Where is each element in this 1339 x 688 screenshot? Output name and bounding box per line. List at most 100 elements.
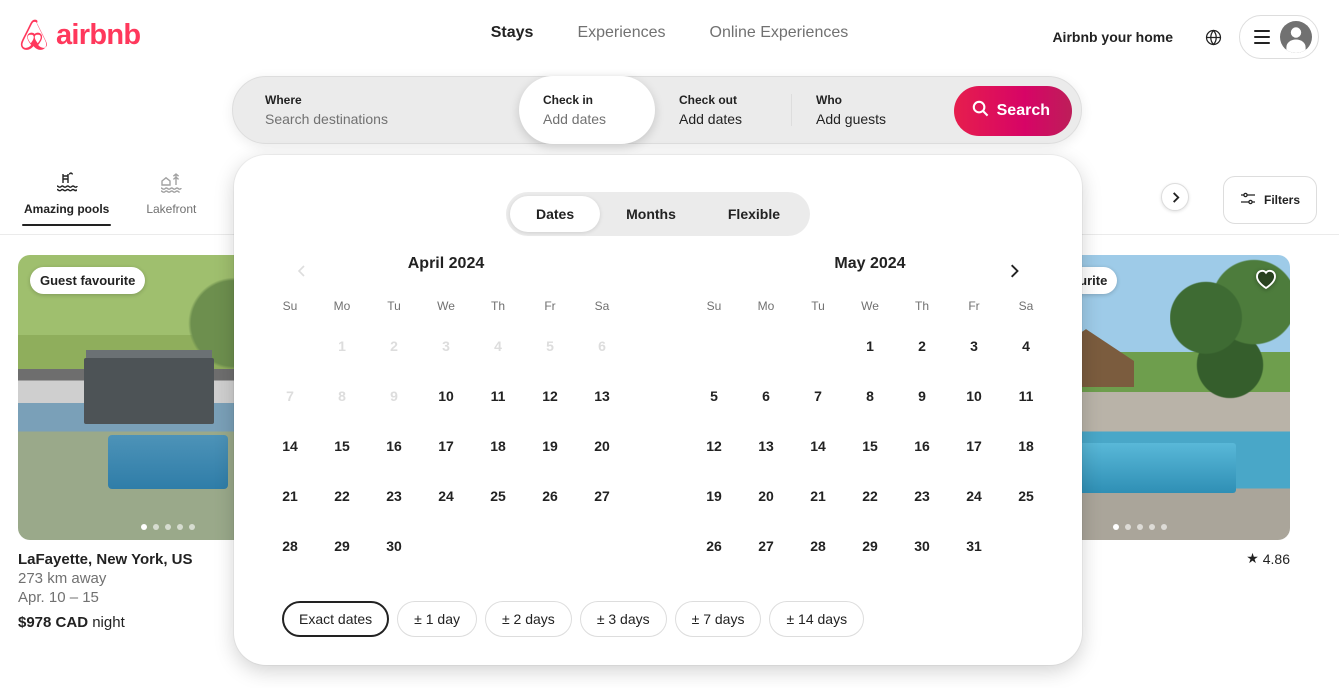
carousel-dot[interactable] (1149, 524, 1155, 530)
calendar-day[interactable]: 22 (844, 471, 896, 521)
calendar-day[interactable]: 5 (688, 371, 740, 421)
calendar-day[interactable]: 25 (1000, 471, 1052, 521)
carousel-dot[interactable] (153, 524, 159, 530)
calendar-day[interactable]: 19 (688, 471, 740, 521)
flexibility-chip[interactable]: ± 3 days (580, 601, 667, 637)
weekday-label: Tu (792, 299, 844, 313)
calendar-day[interactable]: 28 (792, 521, 844, 571)
day-grid[interactable]: 1234567891011121314151617181920212223242… (264, 321, 628, 571)
calendar-day[interactable]: 28 (264, 521, 316, 571)
calendar-day[interactable]: 23 (368, 471, 420, 521)
carousel-dot[interactable] (1161, 524, 1167, 530)
search-field-who[interactable]: Who Add guests (792, 76, 972, 144)
weekday-label: Th (896, 299, 948, 313)
carousel-dot[interactable] (189, 524, 195, 530)
carousel-dot[interactable] (1125, 524, 1131, 530)
calendar-day[interactable]: 26 (524, 471, 576, 521)
carousel-dot[interactable] (1137, 524, 1143, 530)
wishlist-heart-icon[interactable] (1254, 267, 1278, 296)
calendar-day[interactable]: 19 (524, 421, 576, 471)
calendar-month-may: May 2024 SuMoTuWeThFrSa 1234567891011121… (658, 251, 1082, 571)
calendar-day[interactable]: 7 (792, 371, 844, 421)
carousel-dot[interactable] (165, 524, 171, 530)
carousel-dot[interactable] (177, 524, 183, 530)
calendar-day[interactable]: 11 (472, 371, 524, 421)
carousel-dot[interactable] (1113, 524, 1119, 530)
calendar-day[interactable]: 14 (792, 421, 844, 471)
calendar-day[interactable]: 13 (740, 421, 792, 471)
calendar-day[interactable]: 30 (368, 521, 420, 571)
calendar-day[interactable]: 26 (688, 521, 740, 571)
nav-tab-online-experiences[interactable]: Online Experiences (710, 24, 849, 42)
nav-tab-experiences[interactable]: Experiences (577, 24, 665, 42)
calendar-day[interactable]: 30 (896, 521, 948, 571)
calendar-day[interactable]: 20 (740, 471, 792, 521)
user-menu-button[interactable] (1239, 15, 1319, 59)
calendar-day[interactable]: 15 (844, 421, 896, 471)
tab-flexible[interactable]: Flexible (702, 196, 806, 232)
flexibility-chip[interactable]: ± 7 days (675, 601, 762, 637)
airbnb-your-home-link[interactable]: Airbnb your home (1038, 17, 1187, 57)
calendar-day[interactable]: 20 (576, 421, 628, 471)
calendar-day[interactable]: 24 (420, 471, 472, 521)
carousel-dot[interactable] (141, 524, 147, 530)
calendar-day[interactable]: 11 (1000, 371, 1052, 421)
calendar-day[interactable]: 4 (1000, 321, 1052, 371)
calendar-day[interactable]: 24 (948, 471, 1000, 521)
language-globe-button[interactable] (1193, 17, 1233, 57)
calendar-day[interactable]: 23 (896, 471, 948, 521)
calendar-day[interactable]: 22 (316, 471, 368, 521)
calendar-day[interactable]: 27 (740, 521, 792, 571)
calendar-day[interactable]: 17 (420, 421, 472, 471)
calendar-day[interactable]: 17 (948, 421, 1000, 471)
flexibility-chip[interactable]: ± 2 days (485, 601, 572, 637)
calendar-day[interactable]: 2 (896, 321, 948, 371)
calendar-day[interactable]: 21 (792, 471, 844, 521)
calendar-day[interactable]: 29 (844, 521, 896, 571)
calendar-day[interactable]: 3 (948, 321, 1000, 371)
calendar-day[interactable]: 12 (688, 421, 740, 471)
calendar-day[interactable]: 13 (576, 371, 628, 421)
calendar-day[interactable]: 14 (264, 421, 316, 471)
category-amazing-pools[interactable]: Amazing pools (24, 163, 109, 226)
filters-button[interactable]: Filters (1223, 176, 1317, 224)
category-lakefront[interactable]: Lakefront (141, 163, 201, 226)
calendar-day[interactable]: 12 (524, 371, 576, 421)
search-field-checkin[interactable]: Check in Add dates (519, 76, 655, 144)
flexibility-chip[interactable]: ± 1 day (397, 601, 477, 637)
calendar-day[interactable]: 18 (1000, 421, 1052, 471)
calendar-day[interactable]: 29 (316, 521, 368, 571)
search-field-where[interactable]: Where Search destinations (233, 76, 519, 144)
rating-value: 4.86 (1263, 551, 1290, 567)
calendar-day[interactable]: 16 (896, 421, 948, 471)
search-field-checkout[interactable]: Check out Add dates (655, 76, 791, 144)
tab-dates[interactable]: Dates (510, 196, 600, 232)
pool-icon (55, 171, 79, 195)
calendar-day[interactable]: 15 (316, 421, 368, 471)
calendar-day[interactable]: 21 (264, 471, 316, 521)
search-button[interactable]: Search (954, 86, 1072, 136)
category-next-button[interactable] (1161, 183, 1189, 211)
calendar-day[interactable]: 25 (472, 471, 524, 521)
flexibility-chip[interactable]: ± 14 days (769, 601, 864, 637)
photo-shape-pool (108, 435, 228, 489)
calendar-day[interactable]: 8 (844, 371, 896, 421)
calendar-day[interactable]: 6 (740, 371, 792, 421)
who-value[interactable]: Add guests (816, 110, 948, 128)
calendar-day[interactable]: 9 (896, 371, 948, 421)
where-input[interactable]: Search destinations (265, 110, 495, 128)
calendar-day[interactable]: 31 (948, 521, 1000, 571)
calendar-day[interactable]: 10 (420, 371, 472, 421)
calendar-day-disabled: 7 (264, 371, 316, 421)
calendar-day[interactable]: 10 (948, 371, 1000, 421)
calendar-day[interactable]: 1 (844, 321, 896, 371)
checkout-value[interactable]: Add dates (679, 110, 767, 128)
nav-tab-stays[interactable]: Stays (491, 24, 534, 42)
checkin-value[interactable]: Add dates (543, 110, 631, 128)
tab-months[interactable]: Months (600, 196, 702, 232)
day-grid[interactable]: 1234567891011121314151617181920212223242… (688, 321, 1052, 571)
calendar-day[interactable]: 16 (368, 421, 420, 471)
flexibility-chip[interactable]: Exact dates (282, 601, 389, 637)
calendar-day[interactable]: 27 (576, 471, 628, 521)
calendar-day[interactable]: 18 (472, 421, 524, 471)
